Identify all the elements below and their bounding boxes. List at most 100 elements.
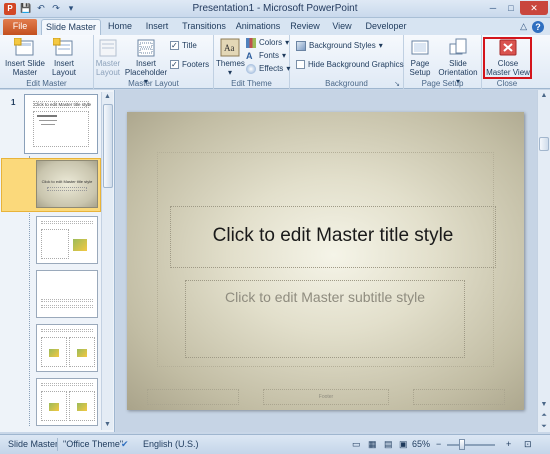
master-thumbnail[interactable]: Click to edit Master title style: [24, 94, 98, 154]
maximize-button[interactable]: □: [502, 1, 520, 15]
title-bar: P 💾 ↶ ↷ ▾ Presentation1 - Microsoft Powe…: [0, 0, 550, 18]
fonts-dropdown-icon: ▾: [282, 51, 287, 60]
spelling-check-icon[interactable]: ✔: [121, 439, 129, 450]
subtitle-placeholder[interactable]: Click to edit Master subtitle style: [185, 280, 465, 358]
tab-transitions[interactable]: Transitions: [178, 19, 230, 35]
footers-checkbox[interactable]: Footers: [170, 59, 209, 70]
zoom-slider[interactable]: [447, 444, 495, 446]
reading-view-icon[interactable]: ▤: [384, 439, 393, 450]
footers-checkbox-box[interactable]: [170, 59, 179, 70]
group-master-layout: Master Layout Insert Placeholder ▾ Title…: [94, 35, 214, 89]
slide-canvas[interactable]: Click to edit Master title style Click t…: [127, 112, 524, 410]
colors-icon: [246, 37, 256, 48]
date-placeholder[interactable]: [147, 389, 239, 405]
themes-icon: Aa: [220, 38, 240, 57]
background-styles-dropdown-icon: ▾: [378, 41, 383, 50]
normal-view-icon[interactable]: ▭: [352, 439, 361, 450]
fit-slide-icon[interactable]: ⊡: [524, 439, 532, 450]
slide-scroll-thumb[interactable]: [539, 137, 549, 151]
title-placeholder[interactable]: Click to edit Master title style: [170, 206, 496, 268]
page-setup-icon: [411, 40, 429, 55]
help-area: △ ?: [520, 21, 544, 33]
group-edit-theme: Aa Themes ▾ Colors ▾ A Fonts ▾ Effects ▾ Ed…: [214, 35, 290, 89]
group-label-close: Close: [496, 79, 518, 88]
themes-button[interactable]: Aa Themes ▾: [216, 38, 245, 77]
scroll-down-icon[interactable]: ▼: [102, 420, 113, 430]
group-label-edit-master: Edit Master: [26, 79, 67, 88]
selected-layout-thumbnail[interactable]: Click to edit Master title style: [36, 160, 98, 208]
tab-insert[interactable]: Insert: [139, 19, 175, 35]
ribbon-tabs: File Slide Master Home Insert Transition…: [0, 18, 550, 35]
svg-text:Aa: Aa: [224, 43, 235, 53]
tab-home[interactable]: Home: [104, 19, 136, 35]
zoom-in-button[interactable]: +: [506, 439, 511, 449]
group-label-master-layout: Master Layout: [128, 79, 179, 88]
fonts-button[interactable]: A Fonts ▾: [246, 50, 286, 61]
insert-slide-master-button[interactable]: Insert Slide Master: [4, 38, 46, 77]
help-icon[interactable]: ?: [532, 21, 544, 33]
tab-review[interactable]: Review: [287, 19, 323, 35]
insert-placeholder-icon: [137, 39, 155, 57]
minimize-ribbon-icon[interactable]: △: [520, 21, 527, 33]
title-placeholder-text: Click to edit Master title style: [212, 225, 454, 246]
status-language[interactable]: English (U.S.): [143, 439, 199, 449]
effects-icon: [246, 63, 256, 74]
layout-thumbnail[interactable]: [36, 270, 98, 318]
tab-animations[interactable]: Animations: [233, 19, 283, 35]
title-checkbox[interactable]: Title: [170, 40, 197, 51]
zoom-level[interactable]: 65%: [412, 439, 430, 449]
master-layout-button[interactable]: Master Layout: [94, 38, 122, 77]
group-label-background: Background: [325, 79, 368, 88]
zoom-slider-handle[interactable]: [459, 439, 465, 450]
master-thumbnail-body: [33, 111, 89, 147]
colors-button[interactable]: Colors ▾: [246, 37, 289, 48]
zoom-out-button[interactable]: −: [436, 439, 441, 449]
master-slide-number: 1: [11, 98, 16, 107]
hide-background-graphics-box[interactable]: [296, 60, 305, 69]
slide-show-icon[interactable]: ▣: [399, 439, 408, 450]
group-edit-master: Insert Slide Master Insert Layout Edit M…: [0, 35, 94, 89]
background-styles-button[interactable]: Background Styles ▾: [296, 40, 383, 51]
thumbnail-scroll-thumb[interactable]: [103, 104, 113, 188]
window-title: Presentation1 - Microsoft PowerPoint: [192, 3, 358, 14]
themes-dropdown-icon: ▾: [227, 68, 232, 77]
title-checkbox-box[interactable]: [170, 40, 179, 51]
status-theme-name: "Office Theme": [63, 439, 124, 449]
close-master-view-highlight: [483, 37, 532, 79]
insert-slide-master-icon: [14, 38, 34, 56]
insert-layout-icon: [53, 38, 73, 56]
minimize-button[interactable]: ─: [484, 1, 502, 15]
tab-developer[interactable]: Developer: [362, 19, 410, 35]
next-slide-icon[interactable]: ⏷: [538, 421, 550, 432]
group-label-edit-theme: Edit Theme: [231, 79, 272, 88]
tab-view[interactable]: View: [327, 19, 357, 35]
tab-slide-master[interactable]: Slide Master: [41, 19, 101, 35]
scroll-down-icon[interactable]: ▼: [538, 399, 550, 410]
insert-layout-button[interactable]: Insert Layout: [48, 38, 80, 77]
layout-thumbnail[interactable]: [36, 378, 98, 426]
thumbnail-scrollbar[interactable]: ▲ ▼: [101, 92, 113, 430]
layout-thumbnail[interactable]: [36, 324, 98, 372]
slide-scrollbar[interactable]: ▲ ▼ ⏶ ⏷: [537, 90, 550, 432]
scroll-up-icon[interactable]: ▲: [538, 90, 550, 101]
group-page-setup: Page Setup Slide Orientation ▾ Page Setu…: [404, 35, 482, 89]
ribbon: Insert Slide Master Insert Layout Edit M…: [0, 35, 550, 89]
footer-placeholder[interactable]: Footer: [263, 389, 389, 405]
master-layout-icon: [99, 39, 117, 57]
layout-thumbnail[interactable]: [36, 216, 98, 264]
slide-number-placeholder[interactable]: [413, 389, 505, 405]
hide-background-graphics-checkbox[interactable]: Hide Background Graphics: [296, 59, 404, 70]
tab-file[interactable]: File: [3, 19, 37, 35]
page-setup-button[interactable]: Page Setup: [406, 38, 434, 77]
background-dialog-launcher-icon[interactable]: ↘: [394, 80, 400, 88]
window-controls: ─ □ ✕: [484, 1, 548, 15]
group-label-page-setup: Page Setup: [421, 79, 464, 88]
master-thumbnail-title: Click to edit Master title style: [33, 101, 92, 108]
previous-slide-icon[interactable]: ⏶: [538, 410, 550, 421]
effects-button[interactable]: Effects ▾: [246, 63, 290, 74]
status-bar: Slide Master "Office Theme" ✔ English (U…: [0, 434, 550, 454]
slide-sorter-icon[interactable]: ▦: [368, 439, 377, 450]
fonts-icon: A: [246, 50, 253, 61]
close-window-button[interactable]: ✕: [520, 1, 548, 15]
scroll-up-icon[interactable]: ▲: [102, 92, 113, 102]
